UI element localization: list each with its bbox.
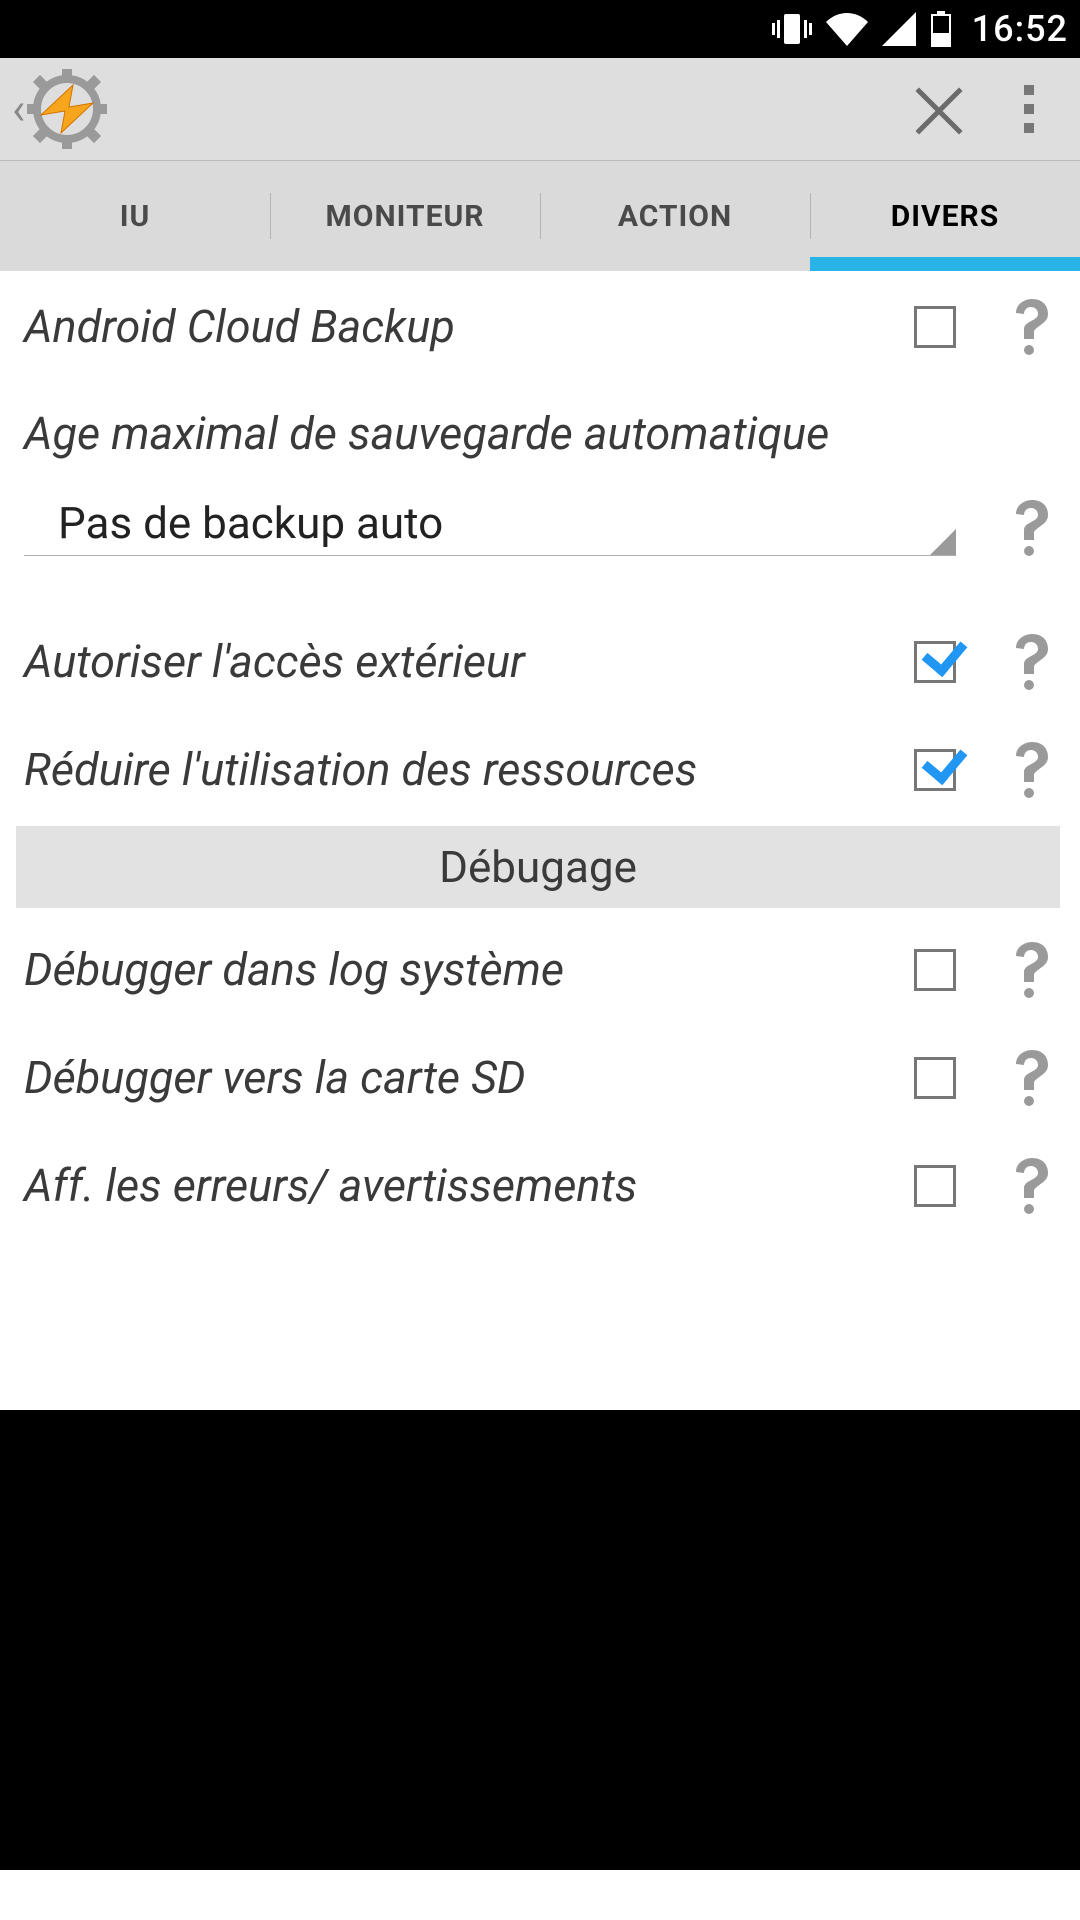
spinner-value: Pas de backup auto: [58, 497, 443, 549]
pref-debug-syslog: Débugger dans log système: [0, 916, 1080, 1024]
help-button[interactable]: [1012, 942, 1060, 998]
back-icon[interactable]: ‹: [6, 87, 27, 131]
pref-label: Android Cloud Backup: [24, 300, 914, 354]
pref-label: Débugger vers la carte SD: [24, 1051, 914, 1105]
pref-external-access: Autoriser l'accès extérieur: [0, 608, 1080, 716]
pref-label: Réduire l'utilisation des ressources: [24, 743, 914, 797]
pref-debug-sd: Débugger vers la carte SD: [0, 1024, 1080, 1132]
help-button[interactable]: [1012, 299, 1060, 355]
pref-reduce-resources: Réduire l'utilisation des ressources: [0, 716, 1080, 824]
pref-show-errors: Aff. les erreurs/ avertissements: [0, 1132, 1080, 1240]
tab-moniteur[interactable]: MONITEUR: [270, 161, 540, 271]
debug-syslog-checkbox[interactable]: [914, 949, 956, 991]
status-bar: 16:52: [0, 0, 1080, 58]
tab-label: IU: [120, 199, 151, 234]
show-errors-checkbox[interactable]: [914, 1165, 956, 1207]
help-button[interactable]: [1012, 1050, 1060, 1106]
help-button[interactable]: [1012, 500, 1060, 556]
debug-sd-checkbox[interactable]: [914, 1057, 956, 1099]
tab-label: ACTION: [618, 199, 732, 234]
section-debug-header: Débugage: [16, 826, 1060, 908]
tab-label: DIVERS: [891, 199, 999, 234]
overflow-menu-button[interactable]: [984, 64, 1074, 154]
action-bar: ‹: [0, 58, 1080, 161]
tab-label: MONITEUR: [326, 199, 485, 234]
vibrate-icon: [772, 12, 812, 46]
status-clock: 16:52: [972, 8, 1068, 50]
wifi-icon: [826, 12, 868, 46]
cloud-backup-checkbox[interactable]: [914, 306, 956, 348]
pref-cloud-backup: Android Cloud Backup: [0, 273, 1080, 381]
settings-list[interactable]: Android Cloud Backup Age maximal de sauv…: [0, 271, 1080, 1920]
dropdown-triangle-icon: [930, 529, 956, 555]
dot-icon: [1024, 123, 1034, 133]
help-button[interactable]: [1012, 742, 1060, 798]
tab-bar: IU MONITEUR ACTION DIVERS: [0, 161, 1080, 271]
dot-icon: [1024, 104, 1034, 114]
bottom-black-area: [0, 1410, 1080, 1870]
tasker-logo-icon[interactable]: [27, 69, 107, 149]
pref-label: Débugger dans log système: [24, 943, 914, 997]
external-access-checkbox[interactable]: [914, 641, 956, 683]
pref-label: Autoriser l'accès extérieur: [24, 635, 914, 689]
help-button[interactable]: [1012, 634, 1060, 690]
pref-backup-age: Age maximal de sauvegarde automatique Pa…: [0, 407, 1080, 574]
close-button[interactable]: [894, 64, 984, 154]
dot-icon: [1024, 85, 1034, 95]
active-tab-indicator: [810, 257, 1080, 271]
tab-iu[interactable]: IU: [0, 161, 270, 271]
battery-icon: [930, 11, 952, 47]
reduce-resources-checkbox[interactable]: [914, 749, 956, 791]
tab-action[interactable]: ACTION: [540, 161, 810, 271]
help-button[interactable]: [1012, 1158, 1060, 1214]
cell-signal-icon: [882, 12, 916, 46]
pref-label: Aff. les erreurs/ avertissements: [24, 1159, 914, 1213]
pref-label: Age maximal de sauvegarde automatique: [24, 407, 1060, 461]
tab-divers[interactable]: DIVERS: [810, 161, 1080, 271]
backup-age-spinner[interactable]: Pas de backup auto: [24, 491, 956, 556]
